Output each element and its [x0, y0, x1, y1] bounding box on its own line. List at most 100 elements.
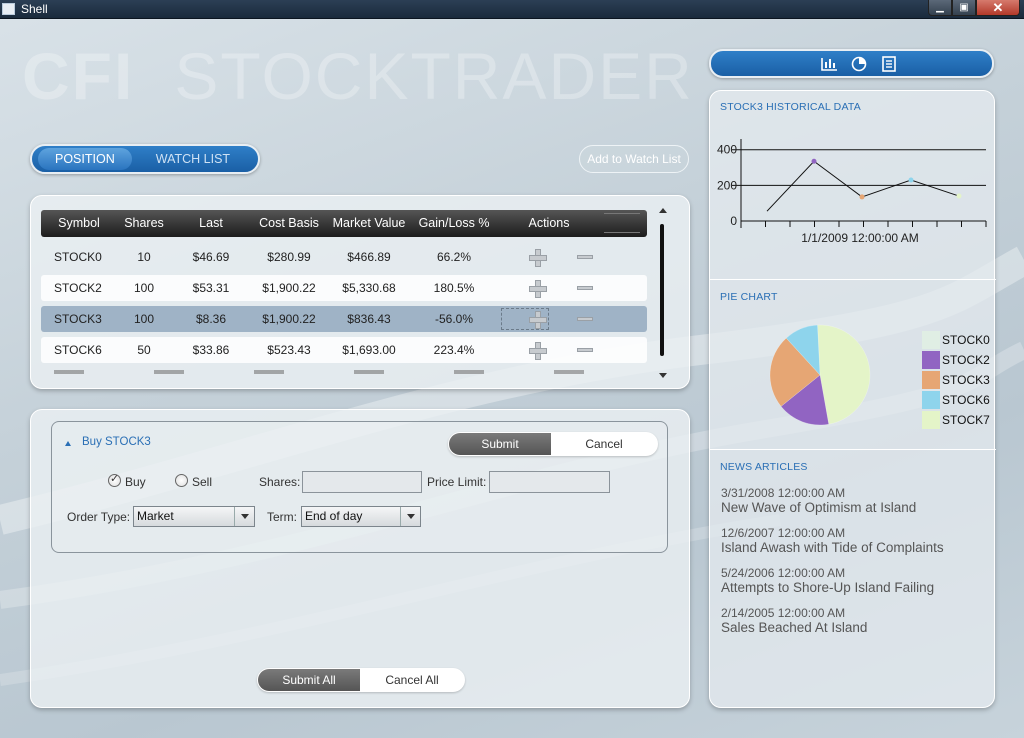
minimize-button[interactable]: ▁ [928, 0, 952, 16]
news-date: 2/14/2005 12:00:00 AM [721, 606, 846, 620]
scroll-down-arrow-icon[interactable] [659, 373, 667, 378]
term-select[interactable]: End of day [301, 506, 421, 527]
header-cost-basis[interactable]: Cost Basis [249, 210, 329, 237]
tab-watch-list[interactable]: WATCH LIST [144, 148, 242, 170]
table-row[interactable]: STOCK6 50 $33.86 $523.43 $1,693.00 223.4… [41, 337, 647, 363]
header-last[interactable]: Last [181, 210, 241, 237]
footer-actions: Submit All Cancel All [257, 668, 465, 692]
legend-swatch [922, 351, 940, 369]
maximize-button[interactable]: ▣ [952, 0, 976, 16]
cell-last: $33.86 [192, 343, 230, 357]
cell-symbol: STOCK0 [54, 250, 102, 264]
cell-symbol: STOCK6 [54, 343, 102, 357]
logo-stocktrader: STOCKTRADER [174, 39, 694, 113]
sell-minus-icon[interactable] [577, 286, 593, 290]
chart-toolbar [709, 49, 994, 78]
legend-label: STOCK6 [942, 393, 990, 407]
buy-plus-icon[interactable] [529, 342, 547, 360]
cell-cost-basis: $1,900.22 [262, 312, 316, 326]
add-to-watch-list-button[interactable]: Add to Watch List [579, 145, 689, 173]
price-limit-label: Price Limit: [427, 475, 487, 489]
sell-minus-icon[interactable] [577, 317, 593, 321]
header-market-value[interactable]: Market Value [329, 210, 409, 237]
buy-plus-icon[interactable] [529, 249, 547, 267]
order-actions: Submit Cancel [448, 432, 658, 456]
section-divider [710, 449, 996, 450]
cell-gain-loss: 66.2% [436, 250, 472, 264]
y-tick-label: 0 [730, 214, 737, 228]
pie-chart-icon[interactable] [850, 56, 868, 72]
buy-label: Buy [125, 475, 146, 489]
price-limit-input[interactable] [489, 471, 610, 493]
window-titlebar: Shell ▁ ▣ ✕ [0, 0, 1024, 19]
header-actions: Actions [528, 216, 570, 230]
order-title[interactable]: Buy STOCK3 [82, 436, 151, 448]
side-panel: STOCK3 HISTORICAL DATA 0 200 400 1/1/2009 … [709, 90, 996, 708]
data-point[interactable] [859, 194, 865, 200]
news-link[interactable]: Island Awash with Tide of Complaints [721, 540, 944, 555]
grid-scrollbar[interactable] [657, 208, 669, 378]
cell-market-value: $1,693.00 [342, 343, 396, 357]
news-date: 12/6/2007 12:00:00 AM [721, 526, 846, 540]
gridlines [732, 149, 986, 186]
bar-chart-icon[interactable] [820, 56, 838, 72]
cancel-button[interactable]: Cancel [551, 433, 657, 455]
scroll-up-arrow-icon[interactable] [659, 208, 667, 213]
order-entry: Buy STOCK3 Submit Cancel Buy Sell Shares… [51, 421, 668, 553]
chevron-down-icon [234, 507, 254, 526]
document-icon[interactable] [880, 56, 898, 72]
header-symbol[interactable]: Symbol [49, 210, 109, 237]
buy-plus-icon[interactable] [529, 280, 547, 298]
news-link[interactable]: Attempts to Shore-Up Island Failing [721, 580, 934, 595]
app-icon [2, 3, 15, 15]
table-row[interactable]: STOCK2 100 $53.31 $1,900.22 $5,330.68 18… [41, 275, 647, 301]
shares-input[interactable] [302, 471, 422, 493]
news-date: 3/31/2008 12:00:00 AM [721, 486, 846, 500]
data-point[interactable] [811, 158, 817, 164]
pie-chart-title: PIE CHART [720, 291, 778, 303]
order-type-value: Market [137, 509, 174, 523]
order-type-select[interactable]: Market [133, 506, 255, 527]
app-logo: CFI STOCKTRADER [22, 38, 694, 114]
news-date: 5/24/2006 12:00:00 AM [721, 566, 846, 580]
cell-market-value: $836.43 [347, 312, 391, 326]
y-tick-labels: 0 200 400 [717, 143, 737, 228]
y-tick-label: 400 [717, 143, 737, 157]
header-shares[interactable]: Shares [119, 210, 169, 237]
legend-label: STOCK3 [942, 373, 990, 387]
sell-minus-icon[interactable] [577, 255, 593, 259]
section-divider [710, 279, 996, 280]
data-point[interactable] [956, 193, 962, 199]
legend-label: STOCK2 [942, 353, 990, 367]
tab-position[interactable]: POSITION [38, 148, 132, 170]
news-link[interactable]: Sales Beached At Island [721, 620, 867, 635]
buy-radio[interactable] [108, 472, 121, 487]
chevron-down-icon [400, 507, 420, 526]
legend-swatch [922, 391, 940, 409]
table-row-selected[interactable]: STOCK3 100 $8.36 $1,900.22 $836.43 -56.0… [41, 306, 647, 332]
scroll-thumb[interactable] [660, 224, 664, 356]
close-button[interactable]: ✕ [976, 0, 1020, 16]
legend-swatch [922, 411, 940, 429]
header-filler [604, 213, 640, 233]
order-type-label: Order Type: [67, 510, 131, 524]
submit-all-button[interactable]: Submit All [258, 669, 360, 691]
cell-shares: 50 [137, 343, 151, 357]
buy-plus-icon[interactable] [529, 311, 547, 329]
series-points [811, 158, 962, 200]
sell-radio[interactable] [175, 474, 188, 487]
collapse-arrow-icon[interactable] [65, 441, 71, 446]
header-gain-loss[interactable]: Gain/Loss % [414, 210, 494, 237]
cell-cost-basis: $280.99 [267, 250, 311, 264]
data-point[interactable] [908, 177, 914, 183]
table-row[interactable]: STOCK0 10 $46.69 $280.99 $466.89 66.2% [41, 244, 647, 270]
cell-gain-loss: 180.5% [433, 281, 475, 295]
term-label: Term: [267, 510, 297, 524]
submit-button[interactable]: Submit [449, 433, 551, 455]
news-link[interactable]: New Wave of Optimism at Island [721, 500, 916, 515]
cancel-all-button[interactable]: Cancel All [360, 669, 464, 691]
news-articles-title: NEWS ARTICLES [720, 461, 808, 473]
sell-minus-icon[interactable] [577, 348, 593, 352]
cell-symbol: STOCK3 [54, 312, 102, 326]
cell-shares: 100 [133, 312, 155, 326]
